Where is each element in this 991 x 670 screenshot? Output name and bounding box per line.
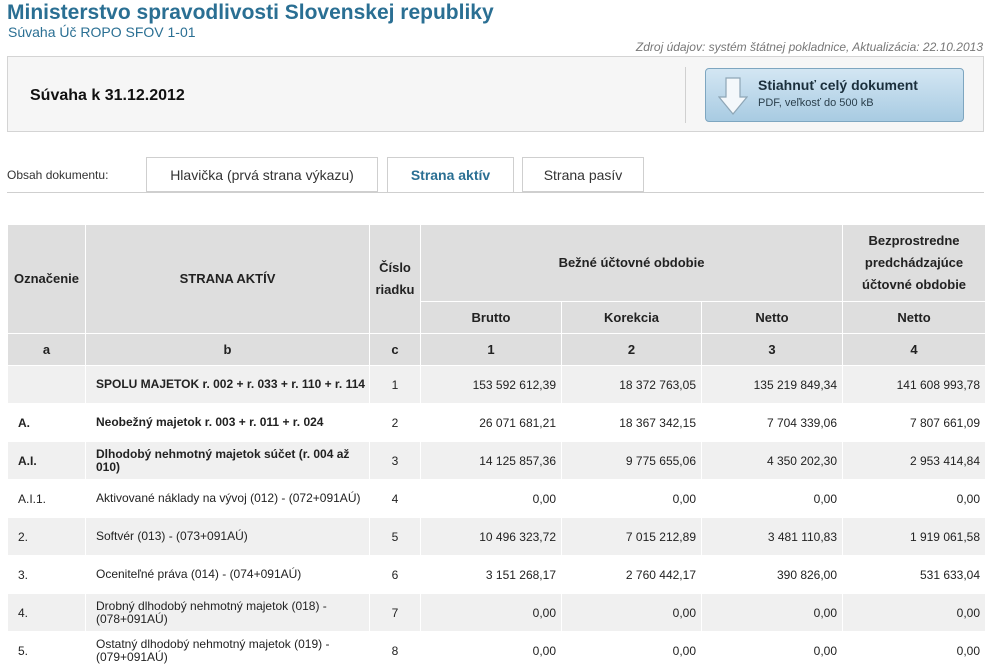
- row-number: 8: [369, 631, 421, 670]
- row-korekcia: 7 015 212,89: [561, 517, 702, 556]
- row-number: 4: [369, 479, 421, 518]
- table-row: A.I.1. Aktivované náklady na vývoj (012)…: [7, 479, 987, 518]
- row-netto-prev: 0,00: [842, 593, 987, 632]
- row-name: Softvér (013) - (073+091AÚ): [85, 517, 370, 556]
- row-name: Drobný dlhodobý nehmotný majetok (018) -…: [85, 593, 370, 632]
- row-id: 2.: [7, 517, 86, 556]
- row-id: 3.: [7, 555, 86, 594]
- document-header-box: Súvaha k 31.12.2012 Stiahnuť celý dokume…: [7, 56, 984, 132]
- col-header-korekcia: Korekcia: [561, 301, 702, 334]
- row-id: A.I.: [7, 441, 86, 480]
- row-netto: 0,00: [700, 593, 844, 632]
- row-id: 4.: [7, 593, 86, 632]
- row-netto-prev: 0,00: [842, 631, 987, 670]
- row-name: Aktivované náklady na vývoj (012) - (072…: [85, 479, 370, 518]
- tab-strana-pasiv[interactable]: Strana pasív: [522, 157, 644, 192]
- table-row: A.I. Dlhodobý nehmotný majetok súčet (r.…: [7, 441, 987, 480]
- row-brutto: 153 592 612,39: [420, 365, 562, 404]
- row-korekcia: 0,00: [561, 631, 702, 670]
- row-netto: 3 481 110,83: [700, 517, 844, 556]
- balance-sheet-table: Označenie STRANA AKTÍV Číslo riadku Bežn…: [7, 224, 987, 670]
- col-header-cislo-riadku: Číslo riadku: [369, 224, 421, 334]
- row-number: 2: [369, 403, 421, 442]
- row-name: Dlhodobý nehmotný majetok súčet (r. 004 …: [85, 441, 370, 480]
- col-letter: c: [369, 333, 421, 366]
- download-label: Stiahnuť celý dokument: [758, 77, 918, 93]
- col-header-oznacenie: Označenie: [7, 224, 86, 334]
- row-korekcia: 0,00: [561, 593, 702, 632]
- tabs-baseline: [7, 192, 984, 193]
- row-number: 3: [369, 441, 421, 480]
- row-korekcia: 9 775 655,06: [561, 441, 702, 480]
- row-name: SPOLU MAJETOK r. 002 + r. 033 + r. 110 +…: [85, 365, 370, 404]
- col-header-netto-prev: Netto: [842, 301, 987, 334]
- col-header-strana-aktiv: STRANA AKTÍV: [85, 224, 370, 334]
- row-netto: 0,00: [700, 631, 844, 670]
- download-size-note: PDF, veľkosť do 500 kB: [758, 97, 874, 109]
- row-korekcia: 0,00: [561, 479, 702, 518]
- page-title: Ministerstvo spravodlivosti Slovenskej r…: [7, 1, 494, 24]
- row-brutto: 14 125 857,36: [420, 441, 562, 480]
- row-netto-prev: 2 953 414,84: [842, 441, 987, 480]
- tab-strana-aktiv[interactable]: Strana aktív: [387, 157, 514, 193]
- table-row: 4. Drobný dlhodobý nehmotný majetok (018…: [7, 593, 987, 632]
- col-letter: 2: [561, 333, 702, 366]
- row-netto: 7 704 339,06: [700, 403, 844, 442]
- download-arrow-icon: [718, 77, 748, 115]
- row-brutto: 10 496 323,72: [420, 517, 562, 556]
- row-brutto: 26 071 681,21: [420, 403, 562, 442]
- row-netto: 0,00: [700, 479, 844, 518]
- tab-hlavicka[interactable]: Hlavička (prvá strana výkazu): [146, 157, 378, 192]
- row-id: A.I.1.: [7, 479, 86, 518]
- divider: [685, 67, 686, 123]
- row-name: Neobežný majetok r. 003 + r. 011 + r. 02…: [85, 403, 370, 442]
- row-netto-prev: 141 608 993,78: [842, 365, 987, 404]
- download-document-button[interactable]: Stiahnuť celý dokument PDF, veľkosť do 5…: [705, 68, 964, 122]
- col-letter: a: [7, 333, 86, 366]
- row-brutto: 0,00: [420, 631, 562, 670]
- row-brutto: 0,00: [420, 593, 562, 632]
- row-netto: 135 219 849,34: [700, 365, 844, 404]
- row-name: Oceniteľné práva (014) - (074+091AÚ): [85, 555, 370, 594]
- row-netto-prev: 531 633,04: [842, 555, 987, 594]
- col-header-predchadzajuce-obdobie: Bezprostredne predchádzajúce účtovné obd…: [842, 224, 987, 302]
- table-row: SPOLU MAJETOK r. 002 + r. 033 + r. 110 +…: [7, 365, 987, 404]
- row-id: A.: [7, 403, 86, 442]
- col-letter: 1: [420, 333, 562, 366]
- row-netto-prev: 7 807 661,09: [842, 403, 987, 442]
- row-korekcia: 18 367 342,15: [561, 403, 702, 442]
- row-netto-prev: 1 919 061,58: [842, 517, 987, 556]
- row-id: 5.: [7, 631, 86, 670]
- row-number: 1: [369, 365, 421, 404]
- row-number: 7: [369, 593, 421, 632]
- row-id: [7, 365, 86, 404]
- page-subtitle: Súvaha Úč ROPO SFOV 1-01: [8, 24, 196, 40]
- table-row: A. Neobežný majetok r. 003 + r. 011 + r.…: [7, 403, 987, 442]
- tabs-label: Obsah dokumentu:: [7, 168, 109, 182]
- row-number: 5: [369, 517, 421, 556]
- row-netto: 390 826,00: [700, 555, 844, 594]
- row-netto-prev: 0,00: [842, 479, 987, 518]
- row-netto: 4 350 202,30: [700, 441, 844, 480]
- table-row: 2. Softvér (013) - (073+091AÚ) 5 10 496 …: [7, 517, 987, 556]
- col-letter: 3: [700, 333, 844, 366]
- row-korekcia: 18 372 763,05: [561, 365, 702, 404]
- row-name: Ostatný dlhodobý nehmotný majetok (019) …: [85, 631, 370, 670]
- row-korekcia: 2 760 442,17: [561, 555, 702, 594]
- table-row: 3. Oceniteľné práva (014) - (074+091AÚ) …: [7, 555, 987, 594]
- row-brutto: 3 151 268,17: [420, 555, 562, 594]
- col-header-brutto: Brutto: [420, 301, 562, 334]
- col-header-netto: Netto: [700, 301, 844, 334]
- col-letter: 4: [842, 333, 987, 366]
- row-brutto: 0,00: [420, 479, 562, 518]
- col-header-bezne-obdobie: Bežné účtovné obdobie: [419, 224, 844, 302]
- table-row: 5. Ostatný dlhodobý nehmotný majetok (01…: [7, 631, 987, 670]
- col-letter: b: [85, 333, 370, 366]
- document-title: Súvaha k 31.12.2012: [30, 87, 185, 104]
- data-source-note: Zdroj údajov: systém štátnej pokladnice,…: [635, 40, 983, 54]
- row-number: 6: [369, 555, 421, 594]
